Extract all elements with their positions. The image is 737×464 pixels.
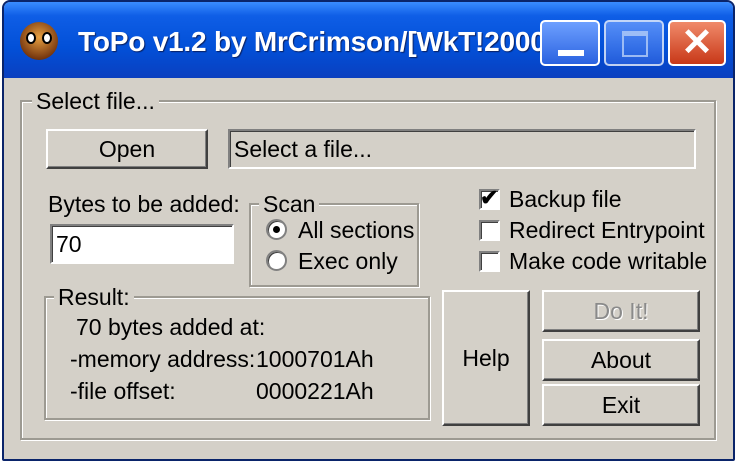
radio-selected-dot (273, 226, 280, 233)
scan-exec-only-label[interactable]: Exec only (298, 248, 398, 274)
make-code-writable-checkbox[interactable] (479, 251, 500, 272)
scan-group-label: Scan (259, 191, 320, 217)
exit-button[interactable]: Exit (542, 384, 700, 426)
scan-exec-only-radio[interactable] (266, 250, 287, 271)
redirect-entrypoint-checkbox[interactable] (479, 220, 500, 241)
maximize-icon (622, 31, 648, 57)
scan-group: Scan (249, 191, 419, 287)
check-mark-icon: ✔ (480, 185, 499, 210)
memory-address-label: -memory address: (70, 346, 256, 372)
redirect-entrypoint-label[interactable]: Redirect Entrypoint (509, 217, 705, 243)
scan-all-sections-radio[interactable] (266, 219, 287, 240)
close-button[interactable]: ✕ (668, 20, 726, 66)
select-file-group-label: Select file... (32, 88, 159, 114)
bytes-label: Bytes to be added: (48, 191, 240, 217)
close-icon: ✕ (681, 22, 713, 64)
backup-file-label[interactable]: Backup file (509, 186, 622, 212)
about-button[interactable]: About (542, 339, 700, 381)
maximize-button[interactable] (604, 20, 664, 66)
file-offset-label: -file offset: (70, 378, 176, 404)
backup-file-checkbox[interactable]: ✔ (479, 185, 500, 210)
minimize-button[interactable] (540, 20, 600, 66)
main-window: ToPo v1.2 by MrCrimson/[WkT!2000] ✕ Sele… (2, 0, 735, 461)
title-bar[interactable]: ToPo v1.2 by MrCrimson/[WkT!2000] ✕ (4, 2, 733, 78)
help-button[interactable]: Help (442, 290, 530, 426)
memory-address-value: 1000701Ah (256, 346, 374, 372)
window-title: ToPo v1.2 by MrCrimson/[WkT!2000] (78, 26, 555, 57)
bytes-input[interactable]: 70 (50, 224, 234, 264)
open-button[interactable]: Open (46, 129, 208, 169)
dialog-body: Select file... Open Select a file... Byt… (4, 78, 733, 459)
file-path-display: Select a file... (228, 129, 696, 169)
make-code-writable-label[interactable]: Make code writable (509, 248, 707, 274)
minimize-icon (558, 50, 584, 56)
result-group-label: Result: (54, 284, 134, 310)
file-offset-value: 0000221Ah (256, 378, 374, 404)
result-summary: 70 bytes added at: (76, 314, 266, 340)
do-it-button[interactable]: Do It! (542, 290, 700, 332)
app-owl-icon (20, 22, 58, 60)
scan-all-sections-label[interactable]: All sections (298, 217, 414, 243)
